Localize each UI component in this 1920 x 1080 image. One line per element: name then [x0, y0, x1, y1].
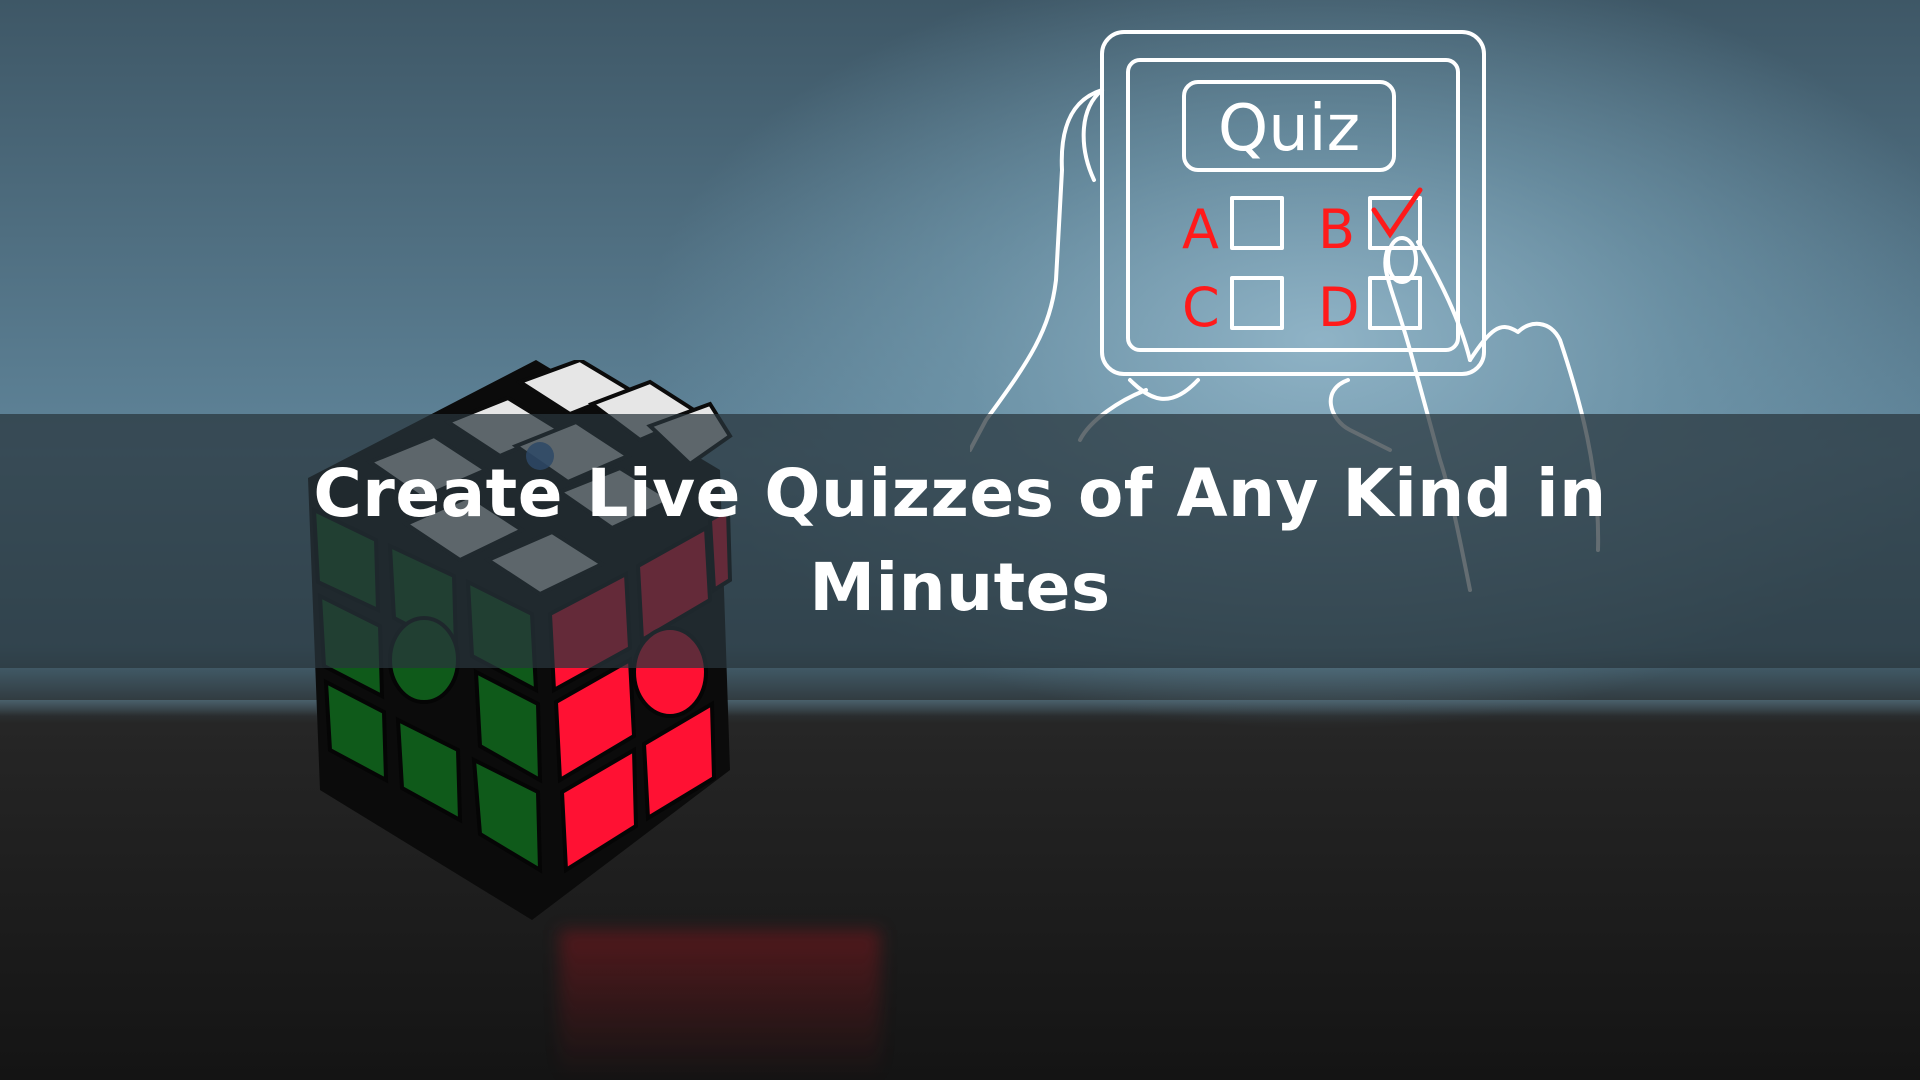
option-a-box: [1230, 196, 1284, 250]
option-c-label: C: [1182, 276, 1220, 339]
option-c-box: [1230, 276, 1284, 330]
option-b-label: B: [1318, 198, 1355, 261]
option-d-label: D: [1318, 276, 1360, 339]
quiz-title: Quiz: [1218, 92, 1360, 166]
option-a-label: A: [1182, 198, 1219, 261]
hero-banner: Quiz A B C D Create Live Quizzes of Any …: [0, 0, 1920, 1080]
headline: Create Live Quizzes of Any Kind in Minut…: [313, 455, 1607, 626]
table-edge: [0, 700, 1920, 716]
headline-overlay: Create Live Quizzes of Any Kind in Minut…: [0, 414, 1920, 668]
cube-reflection: [560, 930, 880, 1080]
